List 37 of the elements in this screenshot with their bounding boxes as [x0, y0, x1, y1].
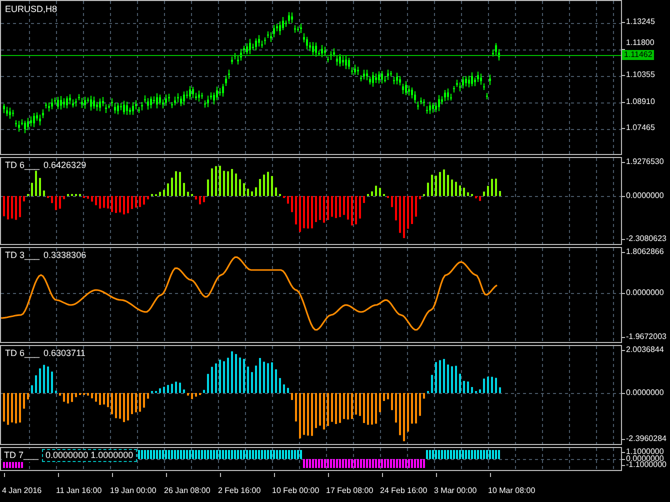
axis-label: 1.9276530	[626, 157, 664, 167]
axis-label: -2.3960284	[626, 434, 666, 444]
axis-label: 1.11800	[626, 38, 654, 48]
axis-label: 0.0000000	[626, 454, 664, 463]
indicator-value: 0.3338306	[44, 250, 86, 261]
indicator-name: TD 7___	[4, 450, 39, 461]
time-label: 2 Feb 16:00	[218, 485, 261, 496]
indicator-value: 0.6426329	[44, 160, 86, 171]
time-label: 17 Feb 08:00	[326, 485, 374, 496]
axis-label: 0.0000000	[626, 388, 664, 398]
axis-label: 0.0000000	[626, 288, 664, 298]
chart-title: EURUSD,H8	[5, 3, 58, 16]
time-label: 3 Mar 00:00	[434, 485, 477, 496]
axis-label: 1.8062866	[626, 247, 664, 257]
axis-label: 1.13245	[626, 17, 655, 27]
indicator-value: 0.6303711	[44, 348, 86, 359]
indicator-value: 0.0000000 1.0000000	[42, 449, 138, 462]
time-label: 24 Feb 16:00	[380, 485, 428, 496]
time-label: 26 Jan 08:00	[164, 485, 210, 496]
axis-label: 1.07465	[626, 123, 655, 133]
axis-label: 0.0000000	[626, 191, 664, 201]
axis-label: -1.1000000	[626, 460, 666, 470]
axis-label: -1.9672003	[626, 332, 666, 342]
time-label: 19 Jan 00:00	[110, 485, 156, 496]
axis-label: 1.1000000	[626, 447, 664, 456]
indicator-name: TD 6___	[5, 348, 40, 359]
indicator-name: TD 6___	[5, 160, 40, 171]
time-label: 10 Feb 00:00	[272, 485, 320, 496]
axis-label: 1.08910	[626, 96, 655, 106]
indicator-name: TD 3___	[5, 250, 40, 261]
axis-label: -2.3080623	[626, 234, 666, 244]
time-label: 10 Mar 08:00	[488, 485, 536, 496]
axis-label: 1.10355	[626, 70, 655, 80]
time-label: 11 Jan 16:00	[56, 485, 102, 496]
axis-label: 2.0036844	[626, 345, 664, 355]
price-tag: 1.11462	[622, 50, 654, 60]
time-label: 4 Jan 2016	[2, 485, 42, 496]
